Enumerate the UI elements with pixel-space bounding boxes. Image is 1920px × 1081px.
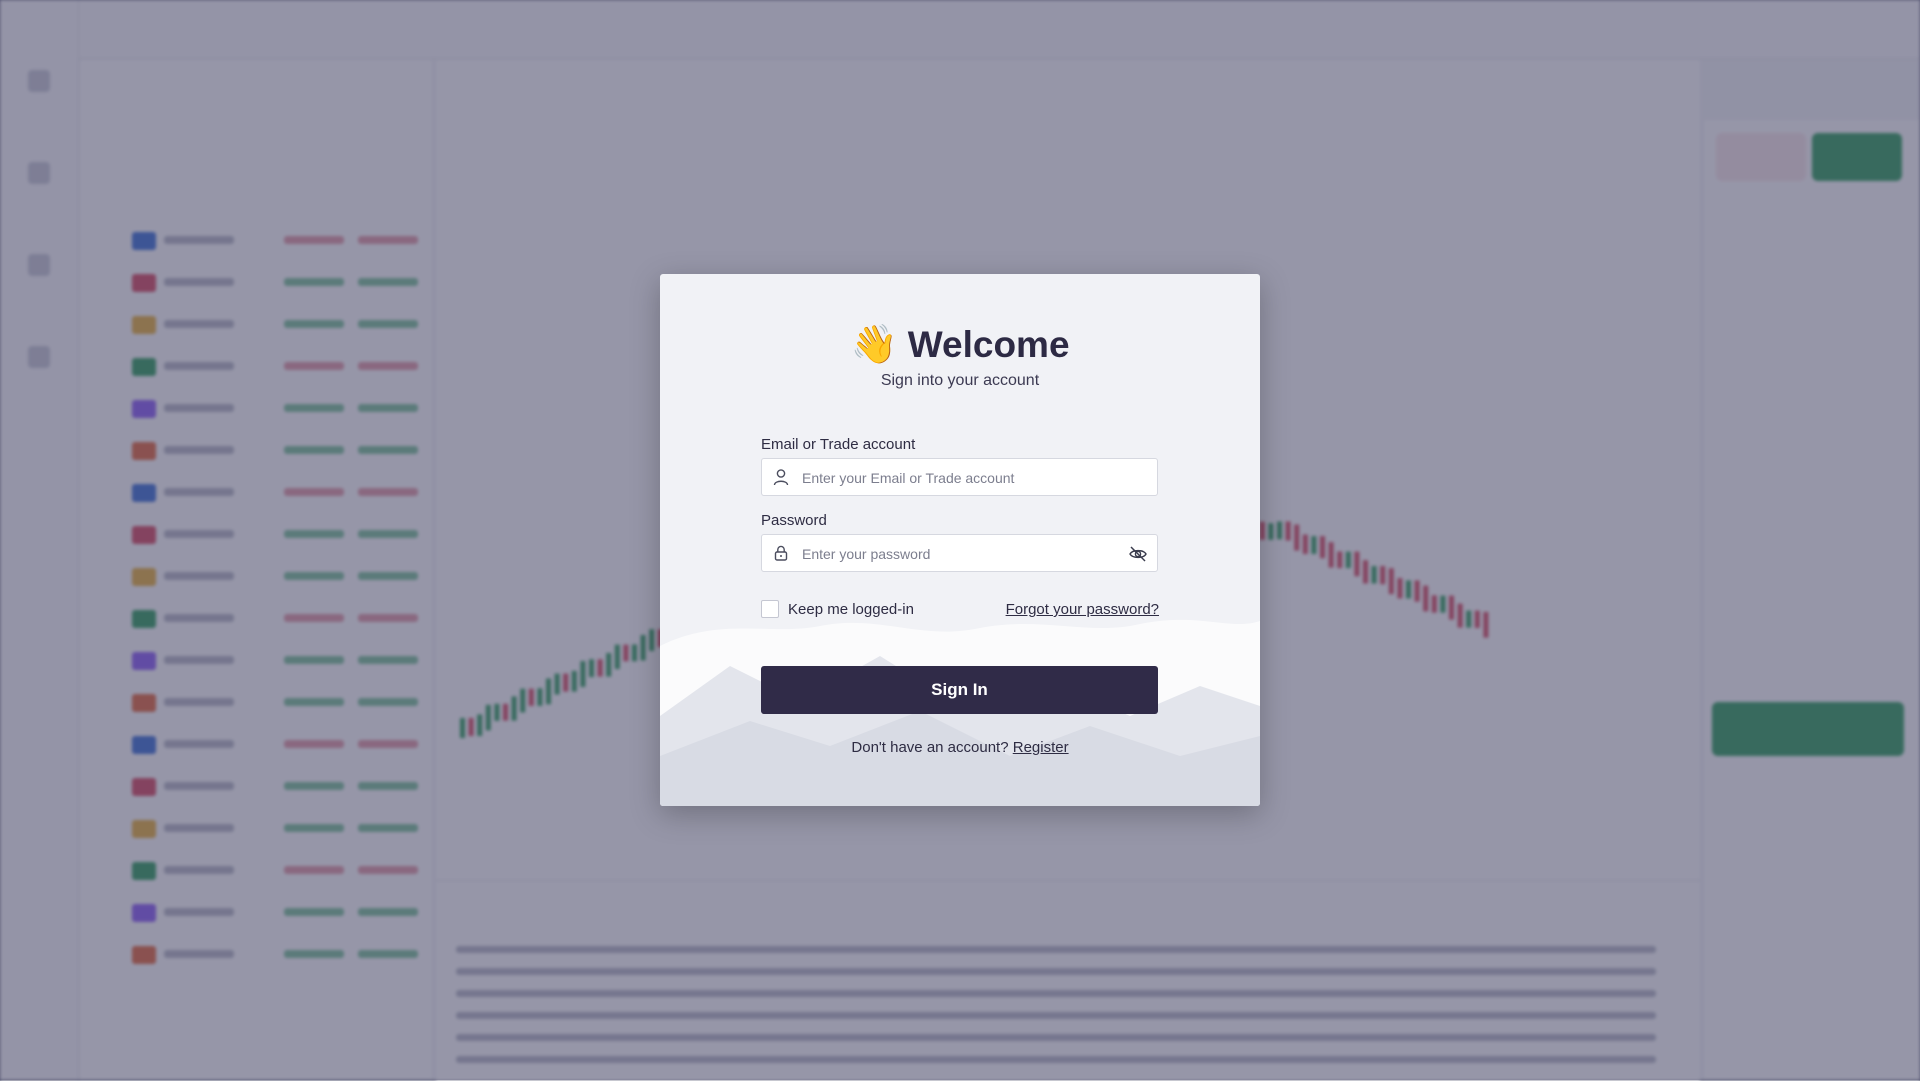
email-label: Email or Trade account (761, 436, 916, 453)
password-field-wrapper[interactable] (761, 534, 1158, 573)
subtitle: Sign into your account (880, 372, 1040, 389)
eye-off-icon[interactable] (1128, 544, 1148, 564)
lock-icon (774, 545, 788, 561)
password-field[interactable] (800, 535, 1124, 573)
login-modal: 👋 Welcome Sign into your account Email o… (660, 274, 1260, 806)
keep-logged-in-checkbox[interactable] (761, 600, 779, 618)
user-icon (773, 469, 789, 486)
welcome-heading: Welcome (907, 323, 1070, 365)
register-row: Don't have an account? Register (660, 739, 1260, 756)
password-label: Password (761, 512, 827, 529)
email-field[interactable] (800, 459, 1124, 497)
register-link[interactable]: Register (1013, 739, 1069, 756)
page-title: 👋 Welcome (850, 322, 1069, 367)
keep-logged-in: Keep me logged-in (761, 600, 914, 618)
no-account-text: Don't have an account? (851, 739, 1009, 756)
waving-hand-icon: 👋 (850, 322, 898, 366)
keep-logged-in-label[interactable]: Keep me logged-in (788, 601, 914, 618)
email-field-wrapper[interactable] (761, 458, 1158, 497)
forgot-password-link[interactable]: Forgot your password? (1006, 601, 1159, 618)
title-row: 👋 Welcome (660, 322, 1260, 367)
sign-in-button[interactable]: Sign In (761, 666, 1158, 714)
